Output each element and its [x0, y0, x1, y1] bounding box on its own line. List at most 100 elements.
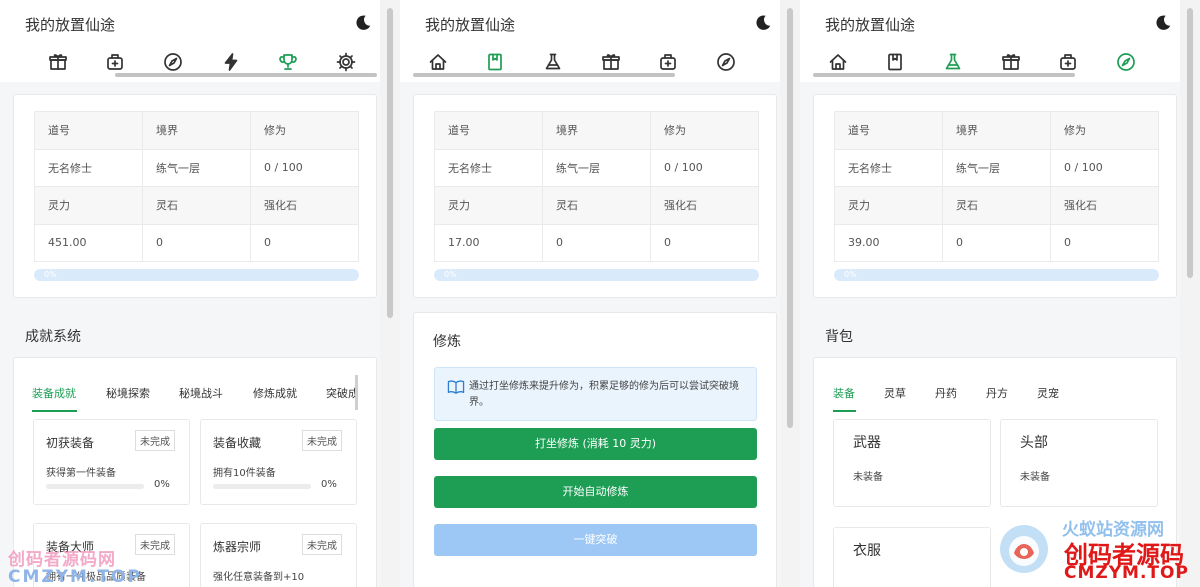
tab-pets[interactable]: 灵宠	[1037, 385, 1059, 401]
home-icon[interactable]	[428, 52, 448, 72]
achievement-tabs: 装备成就 秘境探索 秘境战斗 修炼成就 突破成	[20, 385, 358, 413]
auto-train-button[interactable]: 开始自动修炼	[434, 476, 757, 508]
player-spirit: 17.00	[434, 223, 543, 262]
equip-slot-clothes[interactable]: 衣服	[833, 527, 991, 587]
player-info-card: 道号 境界 修为 无名修士 练气一层 0 / 100 灵力 灵石 强化石 39.…	[813, 94, 1177, 298]
training-card: 修炼 通过打坐修炼来提升修为，积累足够的修为后可以尝试突破境界。 打坐修炼 (消…	[413, 312, 777, 587]
cultivation-progress: 0%	[834, 269, 1159, 281]
tab-equipment-achievements[interactable]: 装备成就	[32, 385, 76, 401]
equip-slot-weapon[interactable]: 武器 未装备	[833, 419, 991, 507]
tab-recipes[interactable]: 丹方	[986, 385, 1008, 401]
compass-icon[interactable]	[1116, 52, 1136, 72]
player-enhance-stones: 0	[250, 223, 359, 262]
panel-scrollbar[interactable]	[1180, 0, 1200, 587]
status-badge: 未完成	[135, 430, 175, 451]
gift-icon[interactable]	[48, 52, 68, 72]
achievement-title: 装备收藏	[213, 436, 262, 450]
app-header: 我的放置仙途	[400, 0, 780, 82]
book-icon[interactable]	[485, 52, 505, 72]
bag-icon[interactable]	[658, 52, 678, 72]
app-header: 我的放置仙途	[0, 0, 380, 82]
meditate-button[interactable]: 打坐修炼 (消耗 10 灵力)	[434, 428, 757, 460]
achievement-desc: 获得第一件装备	[46, 468, 116, 479]
slot-name: 衣服	[853, 543, 881, 559]
header-lingshi: 灵石	[142, 186, 251, 225]
bag-icon[interactable]	[1058, 52, 1078, 72]
gift-icon[interactable]	[1001, 52, 1021, 72]
player-stones: 0	[542, 223, 651, 262]
breakthrough-button[interactable]: 一键突破	[434, 524, 757, 556]
progress-label: 0%	[844, 270, 857, 279]
app-title: 我的放置仙途	[25, 16, 116, 34]
progress-label: 0%	[444, 270, 457, 279]
watermark-logo-icon	[998, 523, 1050, 575]
moon-icon[interactable]	[1154, 14, 1172, 32]
player-realm: 练气一层	[142, 148, 251, 187]
achievement-card: 炼器宗师 未完成 强化任意装备到+10	[200, 523, 357, 587]
panel-training: 我的放置仙途 道号 境界 修为 无名修士 练气一层 0 / 100 灵力 灵石 …	[400, 0, 780, 587]
header-daohao: 道号	[834, 111, 943, 150]
app-title: 我的放置仙途	[825, 16, 916, 34]
cultivation-progress: 0%	[434, 269, 759, 281]
book-icon[interactable]	[885, 52, 905, 72]
header-lingli: 灵力	[34, 186, 143, 225]
player-info-table: 道号 境界 修为 无名修士 练气一层 0 / 100 灵力 灵石 强化石 39.…	[834, 111, 1159, 262]
bag-icon[interactable]	[105, 52, 125, 72]
watermark-url: CMZYM.TOP	[1064, 563, 1189, 583]
bolt-icon[interactable]	[221, 52, 241, 72]
panel-achievements: 我的放置仙途 道号 境界 修为 无名修士 练气一层 0 / 100 灵力 灵石 …	[0, 0, 380, 587]
compass-icon[interactable]	[163, 52, 183, 72]
moon-icon[interactable]	[754, 14, 772, 32]
player-cultivation: 0 / 100	[250, 148, 359, 187]
bag-title: 背包	[825, 329, 853, 345]
player-stones: 0	[142, 223, 251, 262]
player-spirit: 451.00	[34, 223, 143, 262]
header-lingshi: 灵石	[542, 186, 651, 225]
nav-scrollbar[interactable]	[413, 73, 675, 77]
flask-icon[interactable]	[943, 52, 963, 72]
tabs-scrollbar[interactable]	[355, 375, 358, 410]
nav-scrollbar[interactable]	[813, 73, 1075, 77]
header-jingjie: 境界	[542, 111, 651, 150]
achievement-card: 装备收藏 未完成 拥有10件装备 0%	[200, 419, 357, 505]
achievements-title: 成就系统	[25, 329, 81, 345]
hint-text: 通过打坐修炼来提升修为，积累足够的修为后可以尝试突破境界。	[469, 381, 739, 408]
achievement-progress-bar	[213, 484, 311, 489]
achievement-title: 炼器宗师	[213, 540, 262, 554]
tab-herbs[interactable]: 灵草	[884, 385, 906, 401]
header-jingjie: 境界	[142, 111, 251, 150]
gear-icon[interactable]	[336, 52, 356, 72]
header-lingshi: 灵石	[942, 186, 1051, 225]
achievement-desc: 强化任意装备到+10	[213, 572, 305, 583]
moon-icon[interactable]	[354, 14, 372, 32]
achievement-progress-bar	[46, 484, 144, 489]
panel-scrollbar[interactable]	[380, 0, 400, 587]
tab-pills[interactable]: 丹药	[935, 385, 957, 401]
watermark-url: CMZYM.TOP	[8, 567, 142, 587]
nav-scrollbar[interactable]	[115, 73, 377, 77]
tab-cultivation-achievements[interactable]: 修炼成就	[253, 385, 297, 401]
status-badge: 未完成	[302, 430, 342, 451]
tab-equipment[interactable]: 装备	[833, 385, 855, 401]
header-qianghuashi: 强化石	[250, 186, 359, 225]
player-info-card: 道号 境界 修为 无名修士 练气一层 0 / 100 灵力 灵石 强化石 17.…	[413, 94, 777, 298]
slot-value: 未装备	[853, 472, 883, 483]
player-cultivation: 0 / 100	[650, 148, 759, 187]
home-icon[interactable]	[828, 52, 848, 72]
trophy-icon[interactable]	[278, 52, 298, 72]
panel-bag: 我的放置仙途 道号 境界 修为 无名修士 练气一层 0 / 100 灵力 灵石 …	[800, 0, 1180, 587]
panel-scrollbar[interactable]	[780, 0, 800, 587]
compass-icon[interactable]	[716, 52, 736, 72]
player-enhance-stones: 0	[650, 223, 759, 262]
slot-value: 未装备	[1020, 472, 1050, 483]
flask-icon[interactable]	[543, 52, 563, 72]
bag-tabs: 装备 灵草 丹药 丹方 灵宠	[820, 385, 1160, 413]
equip-slot-head[interactable]: 头部 未装备	[1000, 419, 1158, 507]
watermark-right: 火蚁站资源网 创码者源码 CMZYM.TOP	[992, 515, 1197, 587]
tab-breakthrough[interactable]: 突破成	[326, 385, 358, 401]
tab-secret-battle[interactable]: 秘境战斗	[179, 385, 223, 401]
player-name: 无名修士	[34, 148, 143, 187]
tab-secret-explore[interactable]: 秘境探索	[106, 385, 150, 401]
gift-icon[interactable]	[601, 52, 621, 72]
player-name: 无名修士	[434, 148, 543, 187]
